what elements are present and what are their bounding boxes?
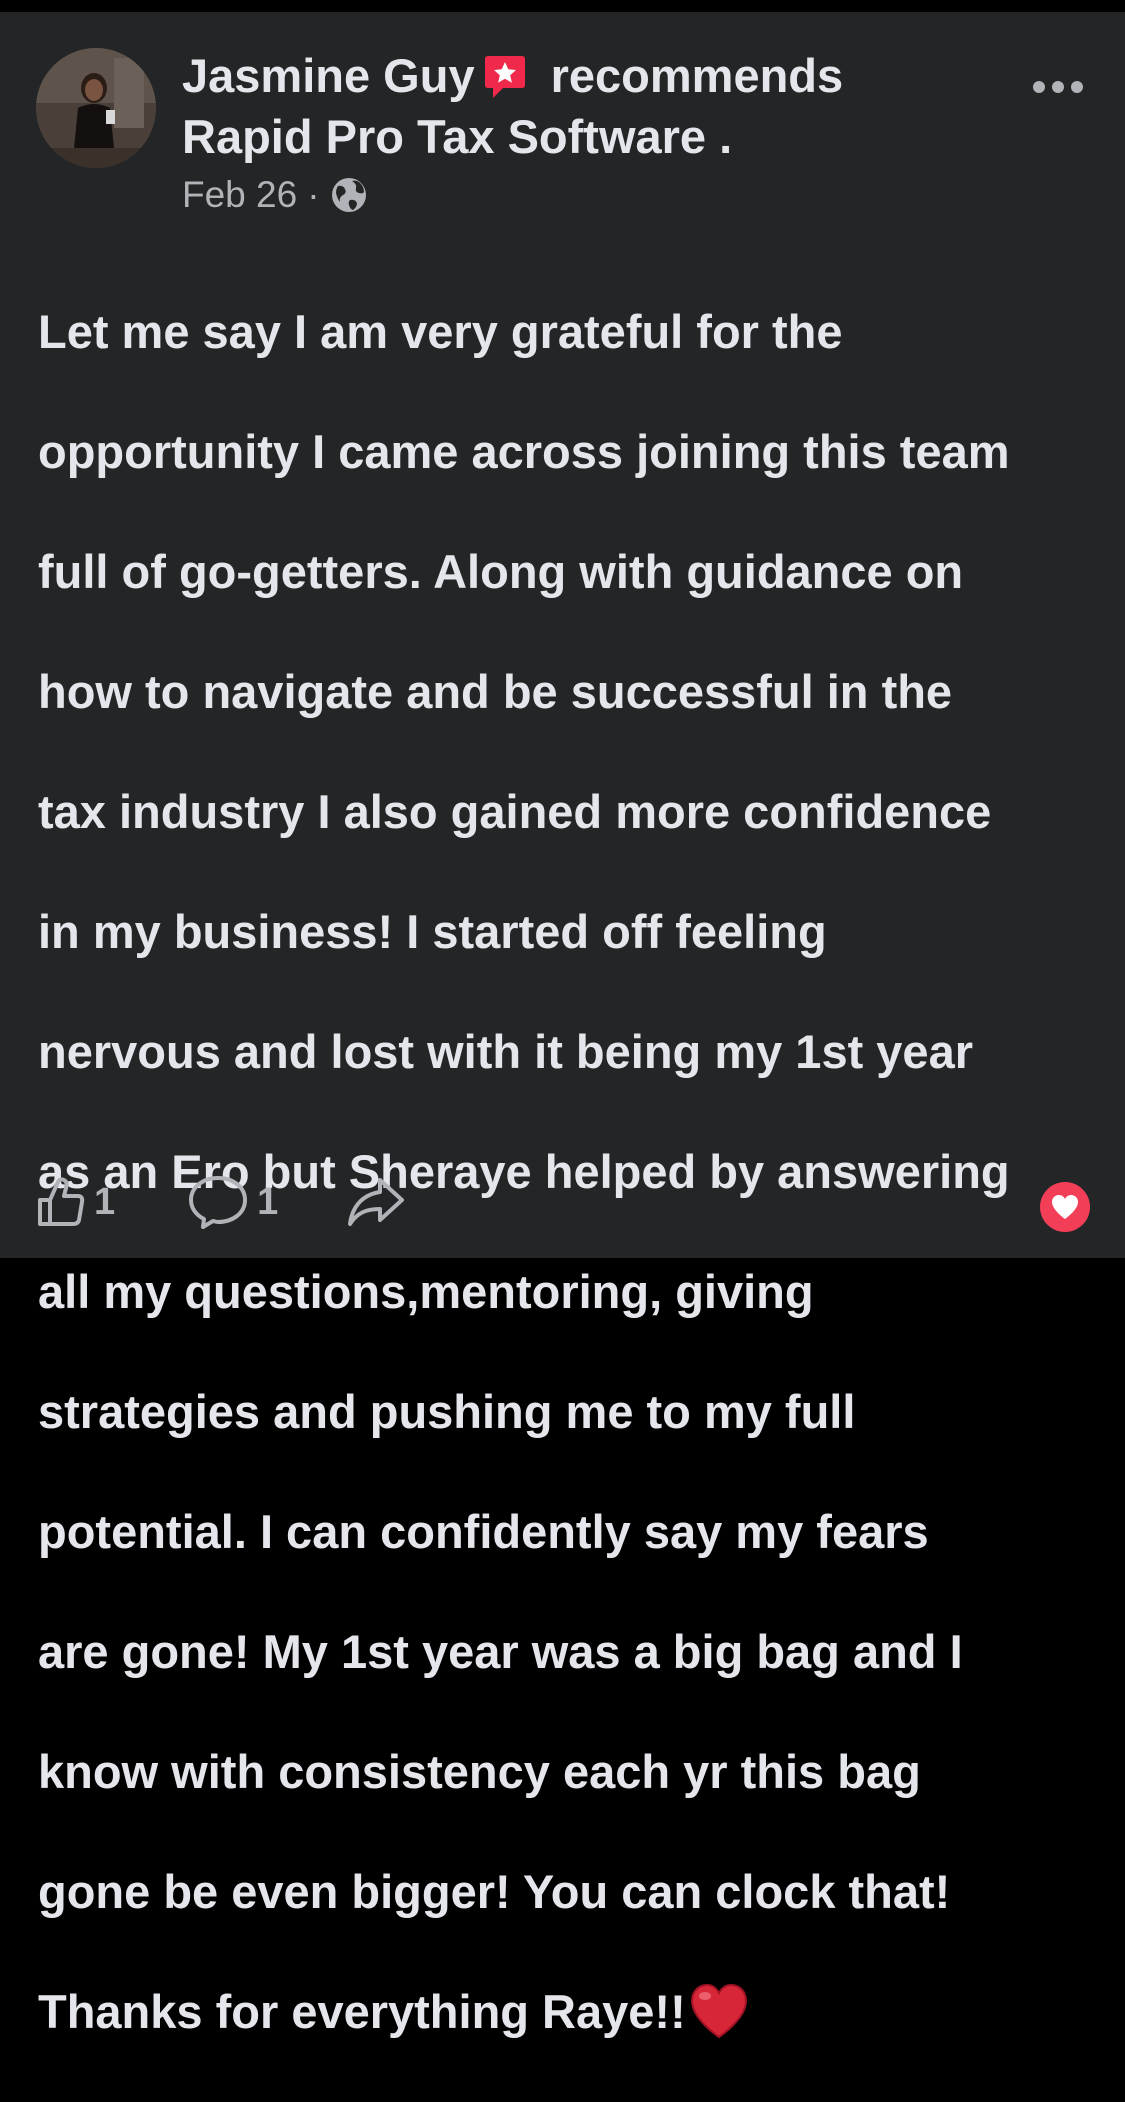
avatar-image — [36, 48, 156, 168]
author-name[interactable]: Jasmine Guy — [182, 49, 475, 102]
share-button[interactable] — [346, 1176, 406, 1228]
post-card: Jasmine Guy recommends Rapid Pro Tax Sof… — [0, 12, 1125, 2039]
thumbs-up-icon — [38, 1177, 85, 1226]
body-line: tax industry I also gained more confiden… — [38, 785, 992, 838]
love-reaction-icon[interactable] — [1040, 1182, 1090, 1232]
post-header: Jasmine Guy recommends Rapid Pro Tax Sof… — [182, 46, 982, 167]
comment-bubble-icon — [189, 1176, 248, 1229]
post-action-bar: 1 1 — [36, 1170, 406, 1234]
comment-count: 1 — [257, 1180, 279, 1223]
body-line: Let me say I am very grateful for the — [38, 305, 843, 358]
like-count: 1 — [94, 1180, 116, 1223]
post-meta: Feb 26 · — [182, 170, 368, 220]
body-line: nervous and lost with it being my 1st ye… — [38, 1025, 973, 1078]
body-line: opportunity I came across joining this t… — [38, 425, 1010, 478]
share-arrow-icon — [348, 1178, 405, 1226]
body-line: are gone! My 1st year was a big bag and … — [38, 1625, 963, 1678]
like-button[interactable]: 1 — [36, 1176, 115, 1228]
body-line: gone be even bigger! You can clock that! — [38, 1865, 951, 1918]
red-heart-emoji-icon — [688, 1982, 750, 2040]
body-line: potential. I can confidently say my fear… — [38, 1505, 929, 1558]
body-line: full of go-getters. Along with guidance … — [38, 545, 964, 598]
meta-separator: · — [307, 174, 320, 215]
body-line-last: Thanks for everything Raye!! — [38, 1982, 1098, 2042]
body-last-text: Thanks for everything Raye!! — [38, 1985, 686, 2038]
body-line: in my business! I started off feeling — [38, 905, 827, 958]
post-date[interactable]: Feb 26 — [182, 170, 297, 220]
page-name-link[interactable]: Rapid Pro Tax Software . — [182, 110, 732, 163]
body-line: all my questions,mentoring, giving — [38, 1265, 814, 1318]
body-line: know with consistency each yr this bag — [38, 1745, 921, 1798]
comment-button[interactable]: 1 — [187, 1174, 278, 1230]
recommend-star-icon — [481, 53, 529, 101]
author-avatar[interactable] — [36, 48, 156, 168]
more-options-icon[interactable] — [1030, 72, 1086, 102]
body-line: strategies and pushing me to my full — [38, 1385, 856, 1438]
recommends-text: recommends — [550, 49, 844, 102]
body-line: how to navigate and be successful in the — [38, 665, 953, 718]
globe-icon[interactable] — [330, 176, 368, 214]
